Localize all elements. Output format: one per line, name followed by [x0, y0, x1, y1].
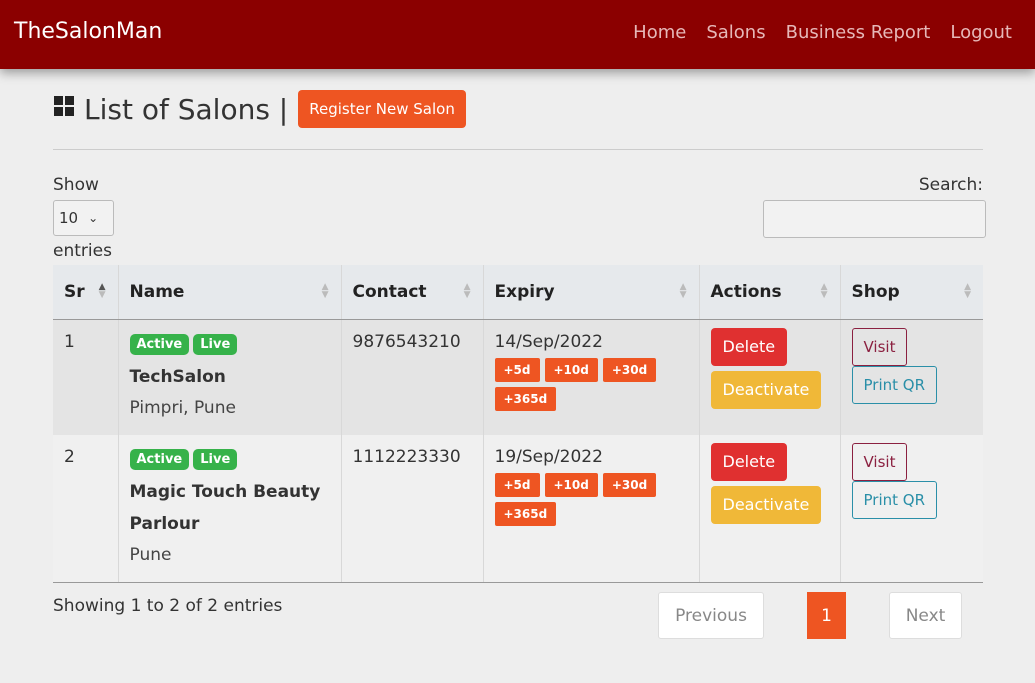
deactivate-button[interactable]: Deactivate: [710, 485, 822, 524]
divider: [53, 149, 983, 150]
salon-location: Pimpri, Pune: [129, 397, 236, 418]
page-title: List of Salons |: [84, 92, 289, 126]
salon-name: TechSalon: [129, 366, 226, 387]
search-input[interactable]: [763, 200, 986, 238]
cell-expiry: 14/Sep/2022 +5d +10d +30d +365d: [482, 319, 699, 435]
column-header-shop[interactable]: Shop ▲ ▼: [839, 265, 983, 320]
pagination-page-1[interactable]: 1: [807, 592, 846, 639]
nav-home[interactable]: Home: [633, 22, 686, 43]
cell-name: Active Live TechSalon Pimpri, Pune: [117, 319, 341, 435]
status-badge-live: Live: [193, 448, 238, 470]
navbar: TheSalonMan Home Salons Business Report …: [0, 0, 1035, 69]
cell-contact: 1112223330: [340, 434, 483, 583]
extend-30d-button[interactable]: +30d: [602, 357, 657, 382]
nav-business-report[interactable]: Business Report: [786, 22, 931, 43]
visit-button[interactable]: Visit: [851, 327, 908, 366]
cell-shop: Visit Print QR: [839, 434, 983, 583]
extend-5d-button[interactable]: +5d: [494, 472, 540, 497]
extend-10d-button[interactable]: +10d: [544, 357, 598, 382]
table-row: 2 Active Live Magic Touch Beauty Parlour…: [53, 434, 983, 583]
visit-button[interactable]: Visit: [851, 442, 908, 481]
column-header-contact[interactable]: Contact ▲ ▼: [340, 265, 483, 320]
salon-name: Magic Touch Beauty Parlour: [129, 481, 321, 534]
extend-365d-button[interactable]: +365d: [494, 386, 557, 411]
extend-5d-button[interactable]: +5d: [494, 357, 540, 382]
chevron-down-icon: ⌄: [88, 211, 99, 225]
cell-expiry: 19/Sep/2022 +5d +10d +30d +365d: [482, 434, 699, 583]
expiry-date: 14/Sep/2022: [494, 331, 603, 352]
cell-contact: 9876543210: [340, 319, 483, 435]
brand-logo[interactable]: TheSalonMan: [14, 19, 162, 44]
extend-365d-button[interactable]: +365d: [494, 501, 557, 526]
cell-actions: Delete Deactivate: [698, 319, 840, 435]
entries-label: entries: [53, 241, 112, 261]
print-qr-button[interactable]: Print QR: [851, 480, 938, 519]
nav-logout[interactable]: Logout: [950, 22, 1012, 43]
extend-30d-button[interactable]: +30d: [602, 472, 657, 497]
register-new-salon-button[interactable]: Register New Salon: [298, 90, 466, 128]
column-header-expiry[interactable]: Expiry ▲ ▼: [482, 265, 699, 320]
pagination-next[interactable]: Next: [889, 592, 962, 639]
status-badge-live: Live: [193, 333, 238, 355]
cell-name: Active Live Magic Touch Beauty Parlour P…: [117, 434, 341, 583]
deactivate-button[interactable]: Deactivate: [710, 370, 822, 409]
sort-icon: ▲ ▼: [463, 282, 471, 300]
cell-actions: Delete Deactivate: [698, 434, 840, 583]
delete-button[interactable]: Delete: [710, 327, 788, 366]
sort-icon: ▲ ▼: [321, 282, 329, 300]
expiry-date: 19/Sep/2022: [494, 446, 603, 467]
delete-button[interactable]: Delete: [710, 442, 788, 481]
sort-icon: ▲ ▼: [964, 282, 971, 300]
cell-sr: 2: [53, 434, 118, 583]
entries-value: 10: [59, 209, 79, 227]
sort-icon: ▲ ▼: [679, 282, 687, 300]
salons-table: Sr ▲ ▼ Name ▲ ▼ Contact ▲ ▼ Expiry ▲ ▼ Actions ▲ ▼…: [53, 265, 983, 583]
column-header-name[interactable]: Name ▲ ▼: [117, 265, 341, 320]
status-badge-active: Active: [129, 333, 190, 355]
search-label: Search:: [918, 175, 983, 195]
table-row: 1 Active Live TechSalon Pimpri, Pune 987…: [53, 319, 983, 435]
sort-icon: ▲ ▼: [820, 282, 828, 300]
column-header-actions[interactable]: Actions ▲ ▼: [698, 265, 840, 320]
sort-icon: ▲ ▼: [98, 282, 106, 300]
dashboard-grid-icon: [54, 96, 74, 116]
status-badge-active: Active: [129, 448, 190, 470]
column-header-sr[interactable]: Sr ▲ ▼: [53, 265, 118, 320]
cell-shop: Visit Print QR: [839, 319, 983, 435]
table-info: Showing 1 to 2 of 2 entries: [53, 596, 283, 616]
cell-sr: 1: [53, 319, 118, 435]
entries-select[interactable]: 10 ⌄: [53, 200, 114, 236]
nav-links: Home Salons Business Report Logout: [633, 22, 1012, 43]
salon-location: Pune: [129, 544, 172, 565]
extend-10d-button[interactable]: +10d: [544, 472, 598, 497]
nav-salons[interactable]: Salons: [706, 22, 765, 43]
show-label: Show: [53, 175, 99, 195]
print-qr-button[interactable]: Print QR: [851, 365, 938, 404]
pagination-previous[interactable]: Previous: [658, 592, 764, 639]
title-row: List of Salons | Register New Salon: [54, 90, 466, 128]
